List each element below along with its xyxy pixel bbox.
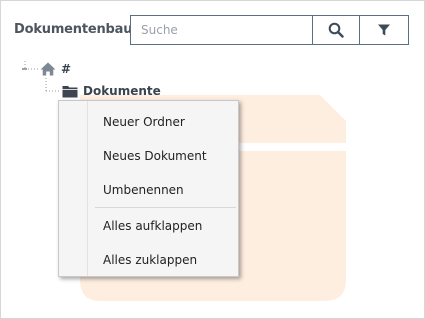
- menu-item-new-document[interactable]: Neues Dokument: [103, 149, 207, 163]
- menu-item-rename[interactable]: Umbenennen: [103, 183, 184, 197]
- folder-icon: [62, 85, 78, 97]
- tree-node-dokumente[interactable]: Dokumente: [62, 82, 161, 100]
- tree-node-dokumente-label: Dokumente: [83, 84, 161, 98]
- tree-node-root-label: #: [61, 62, 72, 76]
- context-menu: Neuer Ordner Neues Dokument Umbenennen A…: [58, 100, 239, 277]
- home-icon: [40, 62, 56, 76]
- menu-item-expand-all[interactable]: Alles aufklappen: [103, 219, 202, 233]
- context-menu-gutter: [87, 101, 88, 276]
- menu-item-collapse-all[interactable]: Alles zuklappen: [103, 253, 197, 267]
- tree-node-root[interactable]: #: [40, 60, 71, 78]
- menu-item-new-folder[interactable]: Neuer Ordner: [103, 115, 185, 129]
- menu-separator: [95, 207, 236, 208]
